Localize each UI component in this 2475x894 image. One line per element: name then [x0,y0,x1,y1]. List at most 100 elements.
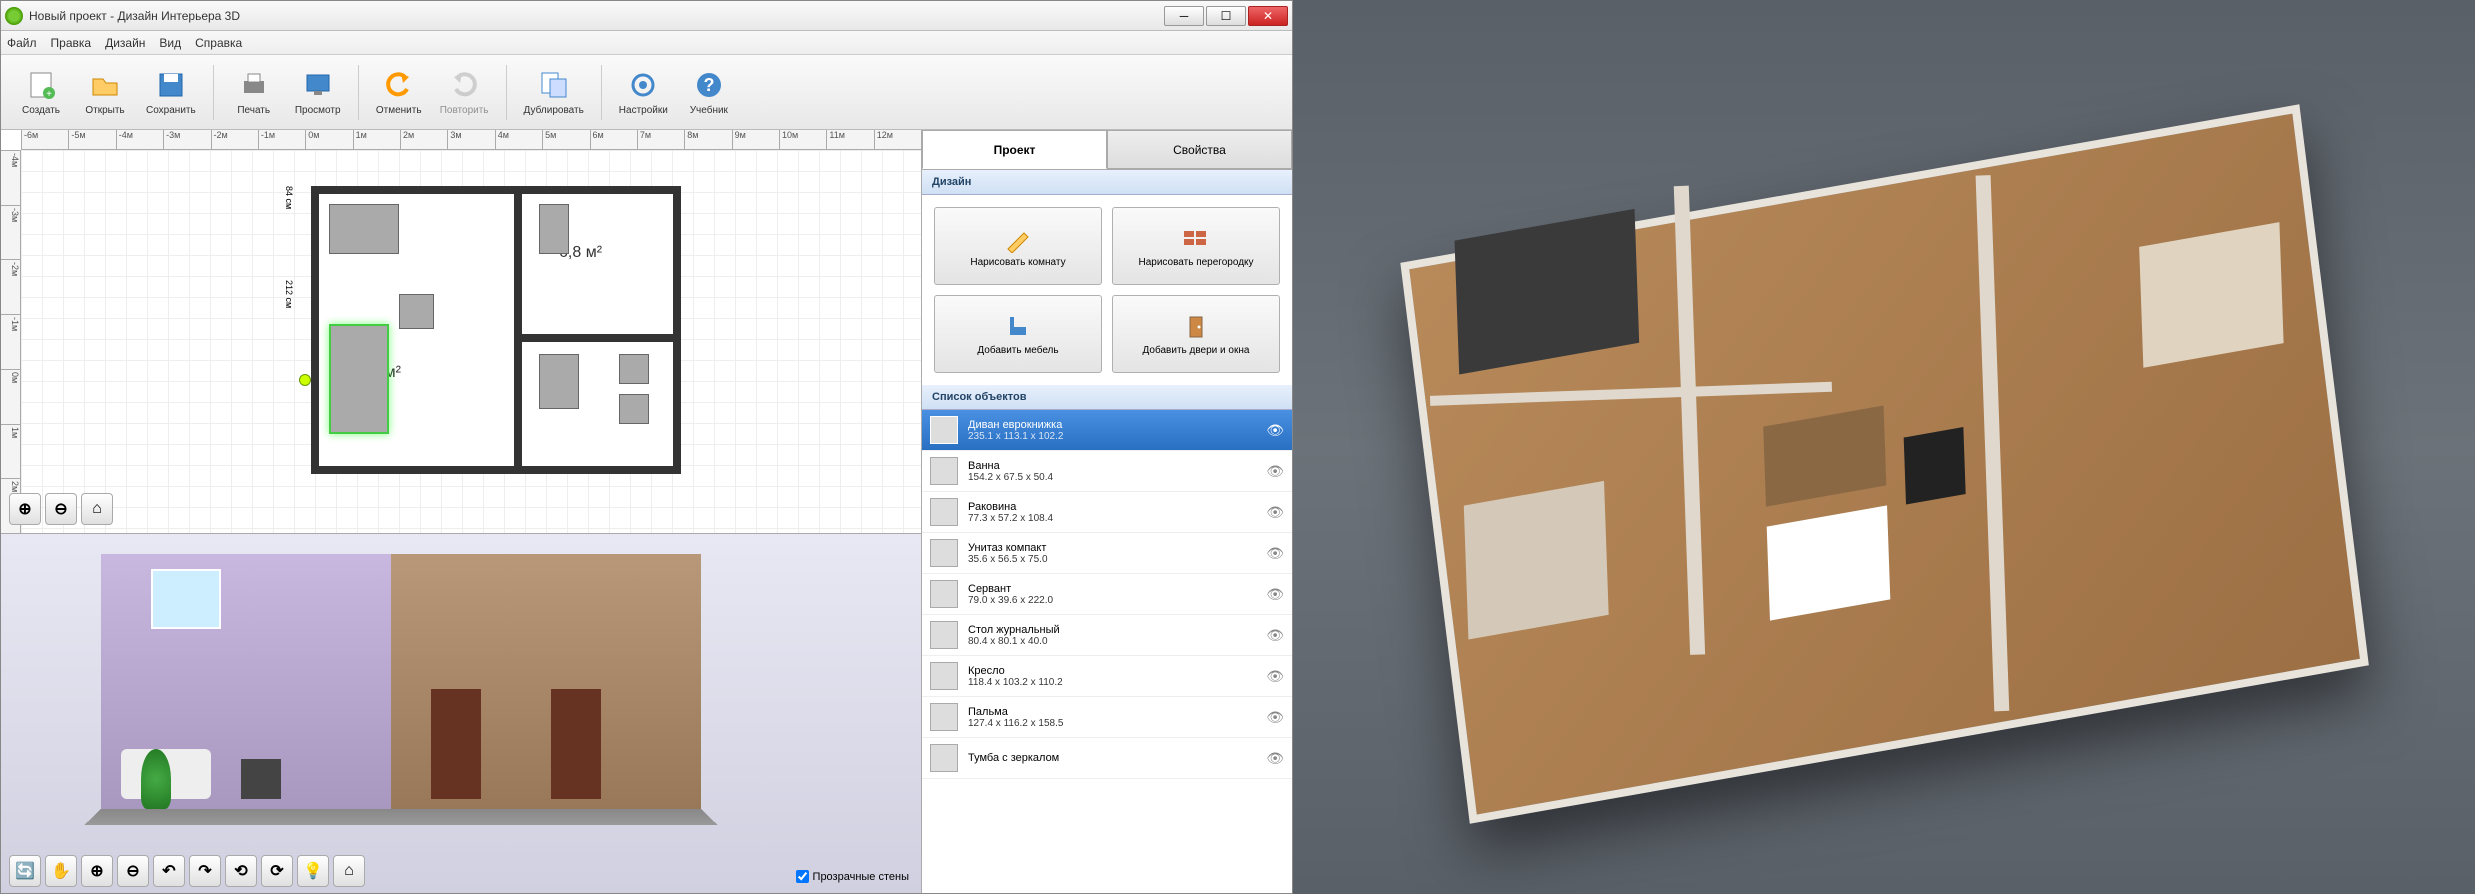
flip-h-icon: ⟲ [234,861,247,881]
tool-pan[interactable]: ✋ [45,855,77,887]
object-thumbnail [930,703,958,731]
furniture-item[interactable] [539,204,569,254]
furniture-sofa[interactable] [329,324,389,434]
ruler-tick: -1м [258,130,305,149]
zoom-out-button[interactable]: ⊖ [45,493,77,525]
object-text: Стол журнальный80.4 x 80.1 x 40.0 [968,624,1256,647]
redo-button[interactable]: Повторить [433,60,496,124]
settings-button[interactable]: Настройки [612,60,675,124]
tool-flip-h[interactable]: ⟲ [225,855,257,887]
zoom-out-button[interactable]: ⊖ [117,855,149,887]
menu-help[interactable]: Справка [195,36,242,50]
transparent-walls-input[interactable] [796,870,809,883]
tutorial-button[interactable]: ? Учебник [679,60,739,124]
furniture-table[interactable] [399,294,434,329]
object-list-item[interactable]: Унитаз компакт35.6 x 56.5 x 75.0👁 [922,533,1292,574]
tool-light[interactable]: 💡 [297,855,329,887]
visibility-toggle-icon[interactable]: 👁 [1266,750,1284,767]
zoom-in-button[interactable]: ⊕ [81,855,113,887]
interior-wall[interactable] [514,194,522,466]
visibility-toggle-icon[interactable]: 👁 [1266,586,1284,603]
door-3d [431,689,481,799]
view-tools: ⊕ ⊖ ⌂ [9,493,113,525]
menu-view[interactable]: Вид [159,36,181,50]
visibility-toggle-icon[interactable]: 👁 [1266,709,1284,726]
zoom-out-icon: ⊖ [126,861,139,881]
redo-icon [448,69,480,101]
object-list-item[interactable]: Пальма127.4 x 116.2 x 158.5 👁 [922,697,1292,738]
ruler-tick: 4м [495,130,542,149]
duplicate-button[interactable]: Дублировать [517,60,591,124]
tool-rotate-right[interactable]: ↷ [189,855,221,887]
visibility-toggle-icon[interactable]: 👁 [1266,422,1284,439]
ruler-tick: 7м [637,130,684,149]
ruler-tick: 5м [542,130,589,149]
visibility-toggle-icon[interactable]: 👁 [1266,504,1284,521]
separator [358,65,359,120]
preview-3d[interactable]: 🔄 ✋ ⊕ ⊖ ↶ ↷ ⟲ ⟳ 💡 ⌂ Прозрачные стены [1,533,921,893]
object-thumbnail [930,744,958,772]
object-text: Ванна154.2 x 67.5 x 50.4 [968,460,1256,483]
object-list-item[interactable]: Сервант79.0 x 39.6 x 222.0👁 [922,574,1292,615]
visibility-toggle-icon[interactable]: 👁 [1266,668,1284,685]
visibility-toggle-icon[interactable]: 👁 [1266,545,1284,562]
print-button[interactable]: Печать [224,60,284,124]
menu-file[interactable]: Файл [7,36,37,50]
ruler-tick: 0м [305,130,352,149]
transparent-walls-checkbox[interactable]: Прозрачные стены [796,870,909,883]
menu-design[interactable]: Дизайн [105,36,145,50]
object-list-item[interactable]: Кресло118.4 x 103.2 x 110.2👁 [922,656,1292,697]
door-3d [551,689,601,799]
rotate-right-icon: ↷ [198,861,211,881]
add-furniture-button[interactable]: Добавить мебель [934,295,1102,373]
draw-room-button[interactable]: Нарисовать комнату [934,207,1102,285]
home-button[interactable]: ⌂ [81,493,113,525]
object-list[interactable]: Диван еврокнижка235.1 x 113.1 x 102.2👁Ва… [922,410,1292,893]
interior-wall[interactable] [514,334,673,342]
preview-button[interactable]: Просмотр [288,60,348,124]
rotate-icon: 🔄 [15,861,35,881]
furniture-sink[interactable] [619,394,649,424]
object-text: Пальма127.4 x 116.2 x 158.5 [968,706,1256,729]
object-list-item[interactable]: Диван еврокнижка235.1 x 113.1 x 102.2👁 [922,410,1292,451]
ruler-tick: 12м [874,130,921,149]
add-doors-button[interactable]: Добавить двери и окна [1112,295,1280,373]
zoom-in-button[interactable]: ⊕ [9,493,41,525]
plan-view[interactable]: -6м-5м-4м-3м-2м-1м0м1м2м3м4м5м6м7м8м9м10… [1,130,921,533]
create-button[interactable]: + Создать [11,60,71,124]
undo-button[interactable]: Отменить [369,60,429,124]
iso-bed [2138,222,2282,367]
home-icon: ⌂ [344,862,354,880]
object-dimensions: 79.0 x 39.6 x 222.0 [968,595,1256,606]
tab-project[interactable]: Проект [922,130,1107,169]
iso-tv [1904,427,1966,505]
draw-wall-button[interactable]: Нарисовать перегородку [1112,207,1280,285]
tool-flip-v[interactable]: ⟳ [261,855,293,887]
menu-edit[interactable]: Правка [51,36,92,50]
tool-rotate-left[interactable]: ↶ [153,855,185,887]
visibility-toggle-icon[interactable]: 👁 [1266,627,1284,644]
visibility-toggle-icon[interactable]: 👁 [1266,463,1284,480]
tool-rotate3d[interactable]: 🔄 [9,855,41,887]
design-buttons: Нарисовать комнату Нарисовать перегородк… [922,195,1292,385]
home-button[interactable]: ⌂ [333,855,365,887]
flip-v-icon: ⟳ [270,861,283,881]
preview-tools: 🔄 ✋ ⊕ ⊖ ↶ ↷ ⟲ ⟳ 💡 ⌂ [9,855,365,887]
object-list-item[interactable]: Стол журнальный80.4 x 80.1 x 40.0 👁 [922,615,1292,656]
object-list-item[interactable]: Тумба с зеркалом👁 [922,738,1292,779]
maximize-button[interactable]: ☐ [1206,6,1246,26]
save-button[interactable]: Сохранить [139,60,203,124]
drag-handle[interactable] [299,374,311,386]
minimize-button[interactable]: ─ [1164,6,1204,26]
object-list-item[interactable]: Ванна154.2 x 67.5 x 50.4 👁 [922,451,1292,492]
ruler-tick: 1м [353,130,400,149]
open-button[interactable]: Открыть [75,60,135,124]
close-button[interactable]: ✕ [1248,6,1288,26]
furniture-toilet[interactable] [619,354,649,384]
ruler-tick: -3м [1,205,20,260]
furniture-item[interactable] [329,204,399,254]
floorplan[interactable]: 16,3 м² 6,8 м² [311,186,681,474]
furniture-bathtub[interactable] [539,354,579,409]
tab-properties[interactable]: Свойства [1107,130,1292,169]
object-list-item[interactable]: Раковина77.3 x 57.2 x 108.4👁 [922,492,1292,533]
